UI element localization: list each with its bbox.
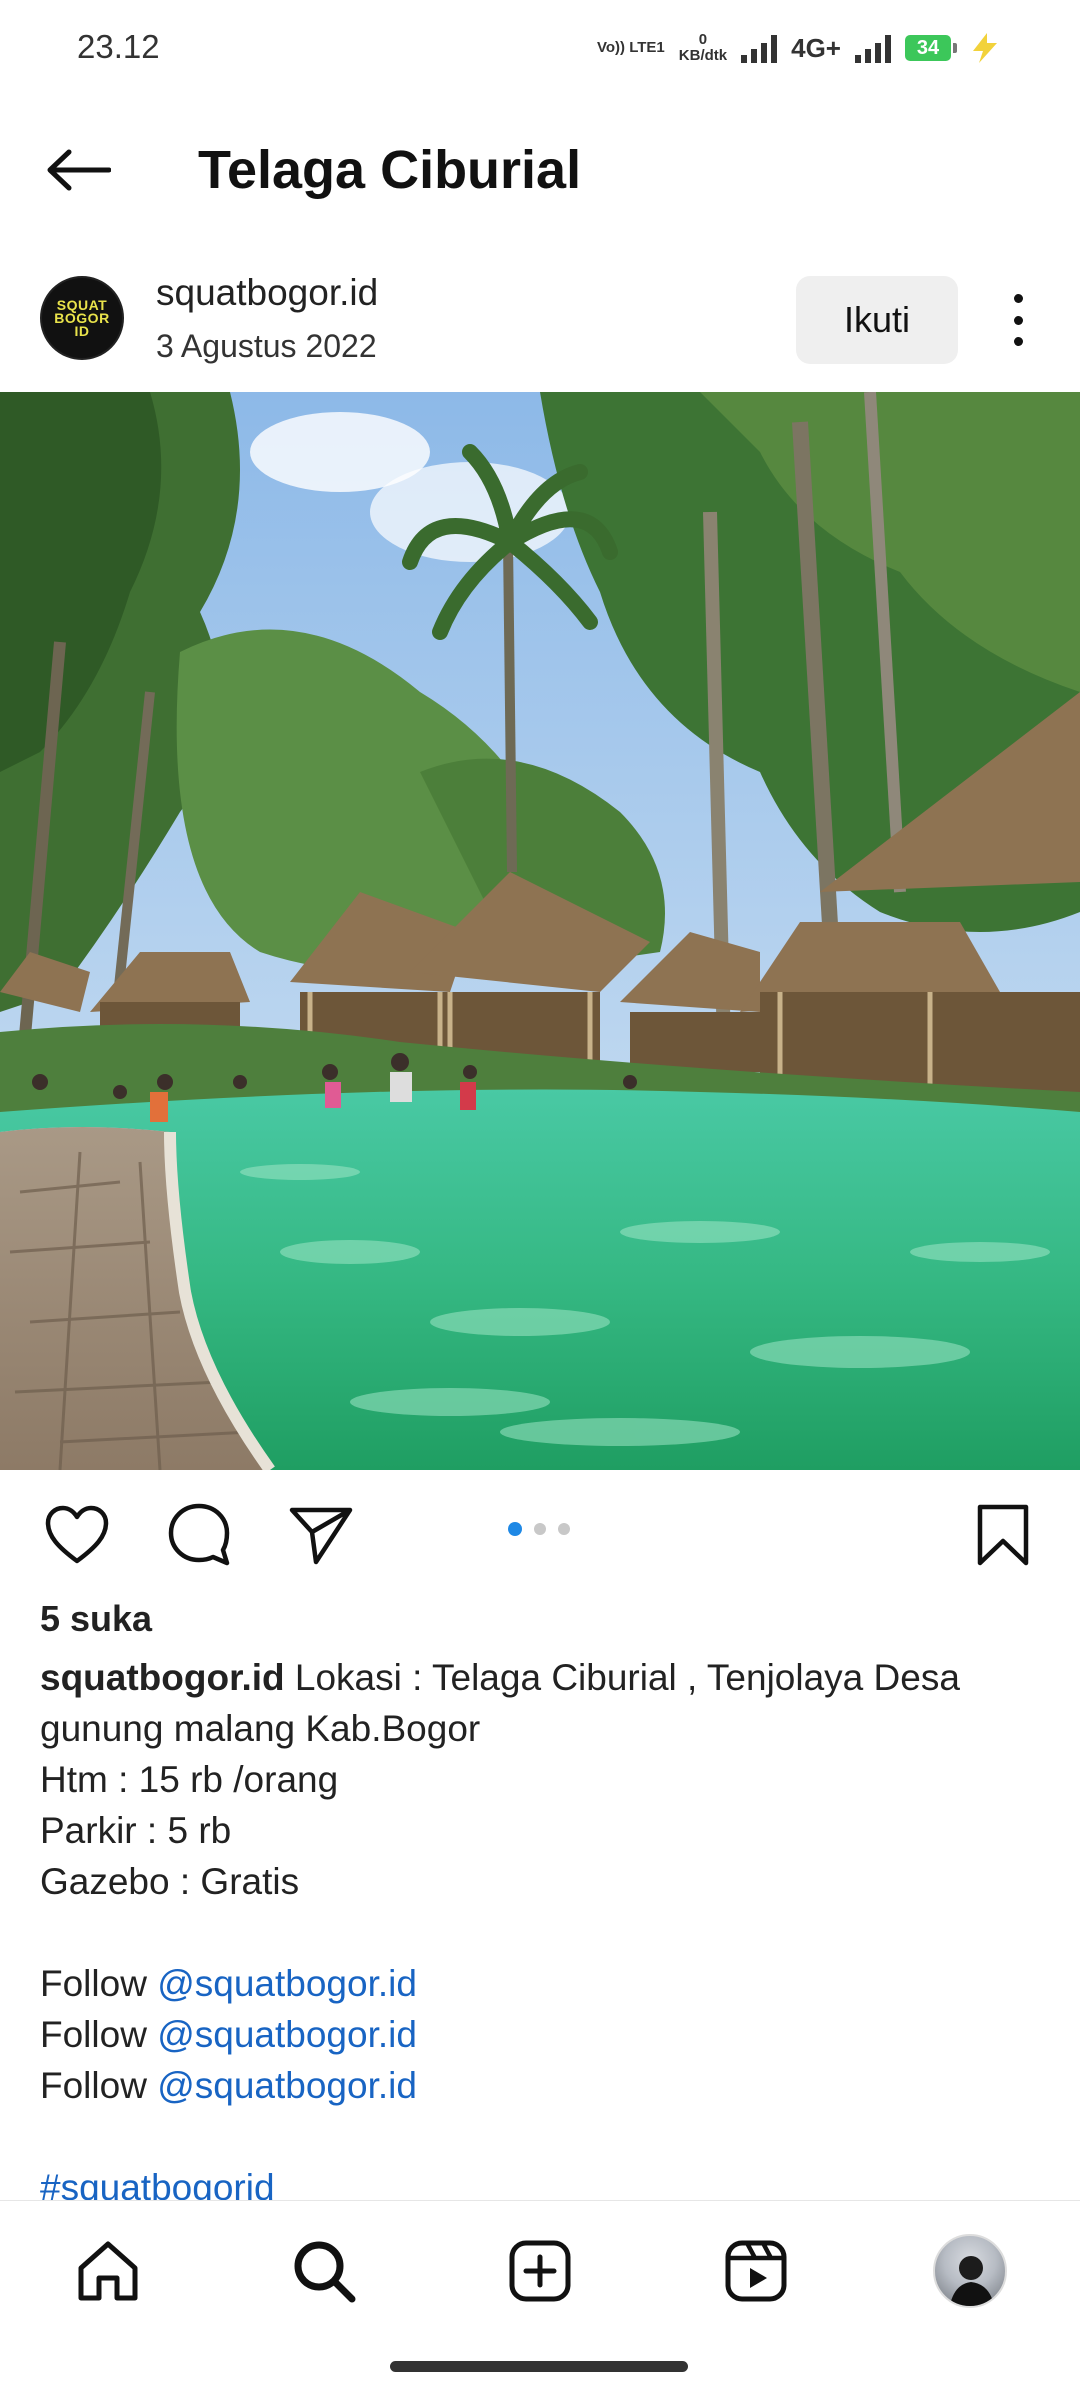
post-header: SQUAT BOGOR ID squatbogor.id 3 Agustus 202… (0, 258, 1080, 388)
post-date: 3 Agustus 2022 (156, 328, 377, 364)
save-button[interactable] (968, 1500, 1038, 1570)
avatar-logo: SQUAT BOGOR ID (54, 296, 110, 339)
carousel-indicator (508, 1522, 570, 1536)
caption-username[interactable]: squatbogor.id (40, 1657, 285, 1698)
follow-line-3: Follow @squatbogor.id (40, 2065, 417, 2106)
post-username[interactable]: squatbogor.id (156, 272, 378, 314)
pool-scene-image (0, 392, 1080, 1470)
gesture-bar[interactable] (390, 2361, 688, 2372)
more-vert-icon (1013, 294, 1023, 303)
nav-create[interactable] (500, 2231, 580, 2311)
volte-indicator: Vo)) LTE1 (597, 39, 665, 56)
caption-line-3: Parkir : 5 rb (40, 1810, 232, 1851)
carousel-dot-2 (534, 1523, 546, 1535)
status-icons: Vo)) LTE1 0 KB/dtk 4G+ 34 (597, 28, 1005, 68)
like-button[interactable] (42, 1500, 112, 1570)
share-button[interactable] (286, 1500, 356, 1570)
profile-avatar (933, 2234, 1007, 2308)
comment-icon (168, 1503, 230, 1566)
carousel-dot-3 (558, 1523, 570, 1535)
status-time: 23.12 (77, 28, 160, 65)
caption-line-4: Gazebo : Gratis (40, 1861, 300, 1902)
carousel-dot-1 (508, 1522, 522, 1536)
network-speed: 0 KB/dtk (678, 31, 728, 64)
page-title: Telaga Ciburial (198, 140, 582, 200)
signal-icon (741, 33, 778, 63)
battery-icon: 34 (905, 35, 957, 61)
nav-home[interactable] (68, 2231, 148, 2311)
home-icon (78, 2241, 138, 2301)
follow-line-2: Follow @squatbogor.id (40, 2014, 417, 2055)
nav-search[interactable] (284, 2231, 364, 2311)
heart-icon (45, 1505, 109, 1564)
add-icon (509, 2240, 571, 2302)
reels-icon (725, 2240, 787, 2302)
back-arrow-icon (47, 149, 111, 191)
post-photo[interactable] (0, 392, 1080, 1470)
author-avatar[interactable]: SQUAT BOGOR ID (40, 276, 124, 360)
caption-line-1: squatbogor.id Lokasi : Telaga Ciburial ,… (40, 1657, 960, 1749)
search-icon (294, 2241, 356, 2303)
follow-button[interactable]: Ikuti (796, 276, 958, 364)
mention-link[interactable]: @squatbogor.id (157, 2014, 417, 2055)
nav-profile[interactable] (930, 2231, 1010, 2311)
back-button[interactable] (38, 140, 118, 200)
top-app-bar: Telaga Ciburial (0, 110, 1080, 230)
status-bar: 23.12 Vo)) LTE1 0 KB/dtk 4G+ 34 (0, 0, 1080, 96)
comment-button[interactable] (164, 1500, 234, 1570)
caption-line-2: Htm : 15 rb /orang (40, 1759, 339, 1800)
more-options-button[interactable] (998, 288, 1038, 352)
bookmark-icon (977, 1504, 1029, 1566)
signal-2-icon (855, 33, 891, 63)
follow-line-1: Follow @squatbogor.id (40, 1963, 417, 2004)
charging-icon (973, 33, 997, 63)
send-icon (289, 1507, 353, 1565)
network-type: 4G+ (791, 32, 841, 63)
mention-link[interactable]: @squatbogor.id (157, 1963, 417, 2004)
mention-link[interactable]: @squatbogor.id (157, 2065, 417, 2106)
likes-count[interactable]: 5 suka (40, 1598, 152, 1640)
post-caption: squatbogor.id Lokasi : Telaga Ciburial ,… (40, 1652, 1040, 2213)
nav-reels[interactable] (716, 2231, 796, 2311)
